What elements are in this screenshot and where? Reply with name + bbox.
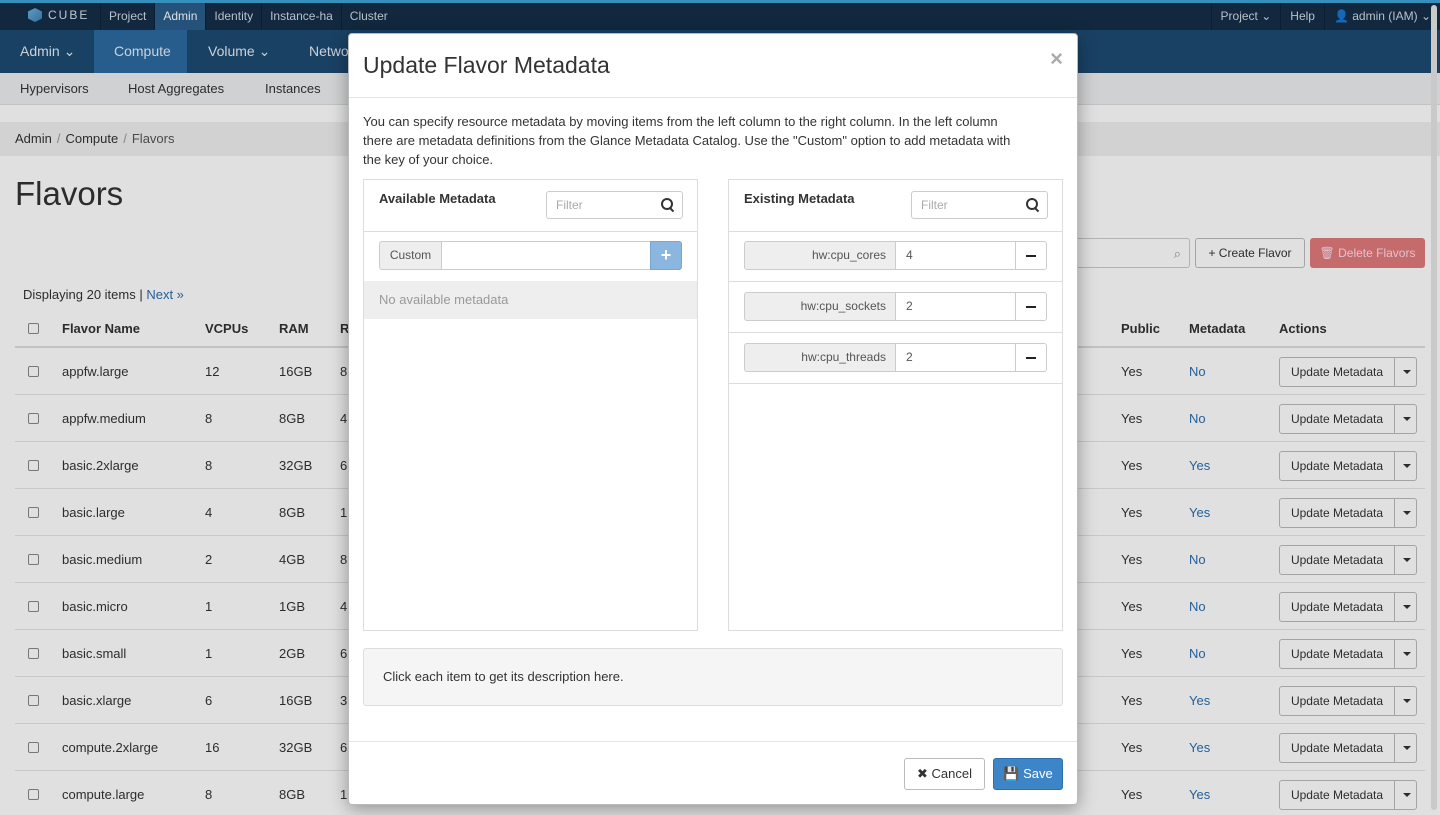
available-metadata-title: Available Metadata: [379, 191, 496, 206]
existing-metadata-item[interactable]: hw:cpu_cores 4: [729, 231, 1062, 282]
add-custom-button[interactable]: +: [650, 241, 682, 270]
custom-key-input[interactable]: [441, 241, 651, 270]
metadata-key[interactable]: hw:cpu_threads: [744, 343, 896, 372]
available-filter-input[interactable]: [547, 192, 657, 218]
minus-icon[interactable]: [1015, 343, 1047, 372]
existing-metadata-title: Existing Metadata: [744, 191, 855, 206]
update-flavor-metadata-modal: Update Flavor Metadata × You can specify…: [348, 33, 1078, 805]
close-icon[interactable]: ×: [1050, 46, 1063, 72]
custom-metadata-row: Custom +: [379, 241, 682, 270]
modal-description: You can specify resource metadata by mov…: [363, 114, 1011, 167]
page-scrollbar[interactable]: [1430, 5, 1438, 810]
cancel-button[interactable]: ✖ Cancel: [904, 758, 985, 790]
modal-header: Update Flavor Metadata ×: [349, 34, 1077, 98]
save-button[interactable]: 💾 Save: [993, 758, 1063, 790]
metadata-key[interactable]: hw:cpu_cores: [744, 241, 896, 270]
existing-metadata-item[interactable]: hw:cpu_threads 2: [729, 333, 1062, 384]
search-icon[interactable]: [1026, 198, 1040, 212]
metadata-key[interactable]: hw:cpu_sockets: [744, 292, 896, 321]
available-filter[interactable]: [546, 191, 683, 219]
custom-label: Custom: [379, 241, 442, 270]
item-description-text: Click each item to get its description h…: [383, 669, 624, 684]
metadata-value-input[interactable]: 2: [895, 343, 1016, 372]
existing-filter-input[interactable]: [912, 192, 1022, 218]
metadata-value-input[interactable]: 2: [895, 292, 1016, 321]
existing-metadata-panel: Existing Metadata hw:cpu_cores 4 hw:cpu_…: [728, 179, 1063, 631]
scrollbar-thumb[interactable]: [1431, 5, 1437, 810]
minus-icon[interactable]: [1015, 241, 1047, 270]
no-available-metadata: No available metadata: [364, 281, 697, 319]
modal-title: Update Flavor Metadata: [363, 52, 610, 78]
panel-divider: [364, 231, 697, 232]
existing-metadata-item[interactable]: hw:cpu_sockets 2: [729, 282, 1062, 333]
available-metadata-panel: Available Metadata Custom + No available…: [363, 179, 698, 631]
modal-footer-divider: [349, 741, 1077, 742]
item-description-box: Click each item to get its description h…: [363, 648, 1063, 706]
minus-icon[interactable]: [1015, 292, 1047, 321]
metadata-value-input[interactable]: 4: [895, 241, 1016, 270]
existing-filter[interactable]: [911, 191, 1048, 219]
search-icon[interactable]: [661, 198, 675, 212]
